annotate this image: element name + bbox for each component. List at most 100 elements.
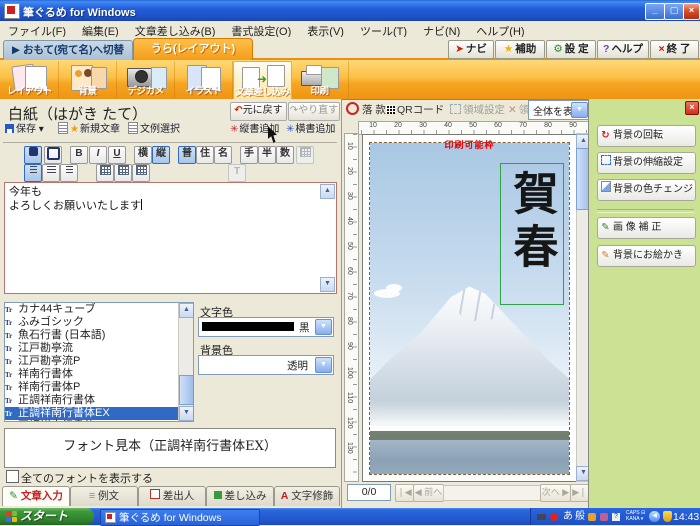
tray-ime-ball-icon[interactable]: [550, 511, 560, 522]
font-list-scrollbar[interactable]: ▲ ▼: [178, 303, 193, 421]
nav-prev-button[interactable]: ◀ 前へ: [413, 484, 444, 502]
redo-button[interactable]: ↷やり直す: [288, 102, 340, 121]
tray-printer-icon[interactable]: [537, 511, 547, 522]
font-list-item[interactable]: Tr江戸勘亭流P: [5, 355, 193, 368]
navi-button[interactable]: ➤ナビ: [448, 40, 494, 59]
font-list-item[interactable]: Trふみゴシック: [5, 316, 193, 329]
char-spacing-narrow-button[interactable]: [96, 164, 114, 182]
tab-merge[interactable]: 差し込み: [206, 486, 274, 506]
assist-button[interactable]: ★補助: [495, 40, 545, 59]
toolbar-textmerge-button[interactable]: ➜ 文章差し込み: [233, 61, 292, 100]
font-list-item[interactable]: Tr魚石行書 (日本語): [5, 329, 193, 342]
postcard-canvas[interactable]: 印刷可能枠 賀春: [362, 134, 577, 482]
textarea-scroll-down[interactable]: ▼: [320, 277, 335, 292]
char-frame-icon-button[interactable]: [44, 146, 62, 164]
bg-stretch-button[interactable]: 背景の伸縮設定: [597, 152, 696, 174]
show-all-fonts-checkbox[interactable]: [6, 470, 19, 483]
tab-sender[interactable]: 差出人: [138, 486, 206, 506]
toolbar-layout-button[interactable]: レイアウト: [1, 61, 59, 98]
undo-button[interactable]: ↶元に戻す: [230, 102, 287, 121]
tab-example[interactable]: ≡ 例文: [70, 486, 138, 506]
toolbar-illust-button[interactable]: イラスト: [175, 61, 233, 98]
bold-button[interactable]: B: [70, 146, 88, 164]
tray-collapse-chevron-icon[interactable]: ◀: [649, 511, 660, 522]
minimize-button[interactable]: _: [645, 3, 665, 20]
font-scroll-thumb[interactable]: [179, 375, 194, 405]
qr-code-button[interactable]: QRコード: [386, 101, 444, 119]
tray-help-icon[interactable]: ?: [612, 511, 622, 522]
font-list-item[interactable]: Tr江戸勘亭流: [5, 342, 193, 355]
char-style-icon-button[interactable]: [24, 146, 42, 164]
exit-button[interactable]: ×終 了: [650, 40, 699, 59]
font-list-item-selected[interactable]: Tr正調祥南行書体EX: [5, 407, 193, 420]
tray-security-shield-icon[interactable]: [663, 511, 672, 522]
tray-palette-icon[interactable]: [588, 511, 598, 522]
font-list[interactable]: Trカナ44キューブ Trふみゴシック Tr魚石行書 (日本語) Tr江戸勘亭流…: [4, 302, 194, 422]
toolbar-digicam-button[interactable]: デジカメ: [117, 61, 175, 98]
vertical-writing-button[interactable]: 縦: [152, 146, 170, 164]
font-list-item[interactable]: Trカナ44キューブ: [5, 303, 193, 316]
bg-paint-button[interactable]: ✎背景にお絵かき: [597, 245, 696, 267]
area-settings-button[interactable]: 領域設定: [450, 101, 505, 119]
greeting-text-box[interactable]: 賀春: [500, 163, 564, 305]
chevron-down-icon[interactable]: ▼: [571, 102, 588, 118]
select-example-button[interactable]: 文例選択: [128, 122, 180, 138]
te-button[interactable]: 手: [240, 146, 258, 164]
settings-button[interactable]: ⚙設 定: [546, 40, 596, 59]
taskbar-app-button[interactable]: 筆ぐるめ for Windows: [100, 509, 260, 526]
tray-ime-mode[interactable]: 般: [575, 511, 585, 522]
bg-color-dropdown[interactable]: 透明 ▼: [198, 355, 334, 375]
textarea-scroll-up[interactable]: ▲: [320, 184, 335, 199]
horizontal-writing-button[interactable]: 横: [134, 146, 152, 164]
page-scrollbar-track[interactable]: [443, 485, 541, 501]
line-spacing-button[interactable]: T: [228, 164, 246, 182]
nav-last-button[interactable]: ▶❘: [570, 484, 589, 502]
font-list-item[interactable]: Tr祥南行書体: [5, 368, 193, 381]
han-button[interactable]: 半: [258, 146, 276, 164]
start-button[interactable]: スタート: [0, 508, 94, 525]
close-button[interactable]: ×: [683, 3, 700, 20]
chevron-down-icon[interactable]: ▼: [315, 357, 332, 373]
text-input-area[interactable]: 今年もよろしくお願いいたします ▲ ▼: [4, 182, 337, 294]
font-list-item[interactable]: Tr祥南行書体P: [5, 381, 193, 394]
font-scroll-down[interactable]: ▼: [179, 406, 194, 421]
maximize-button[interactable]: ▢: [664, 3, 684, 20]
add-horizontal-text-button[interactable]: ✳横書追加: [286, 122, 335, 138]
underline-button[interactable]: U: [108, 146, 126, 164]
align-center-button[interactable]: [42, 164, 60, 182]
new-document-button[interactable]: ★新規文章: [58, 122, 120, 138]
zoom-dropdown[interactable]: 全体を表示 ▼: [528, 100, 590, 120]
font-list-item[interactable]: Tr正調祥南行書体: [5, 394, 193, 407]
italic-button[interactable]: I: [89, 146, 107, 164]
tab-front-address[interactable]: ▶ おもて(宛て名)へ切替: [3, 40, 133, 61]
tab-text-input[interactable]: ✎ 文章入力: [2, 486, 70, 506]
nav-first-button[interactable]: ❘◀: [395, 484, 414, 502]
tab-back-layout[interactable]: うら(レイアウト): [133, 38, 253, 61]
num-button[interactable]: 数: [276, 146, 294, 164]
address-text-button[interactable]: 住: [196, 146, 214, 164]
nav-next-button[interactable]: 次へ ▶: [540, 484, 571, 502]
bg-color-change-button[interactable]: 背景の色チェンジ: [597, 179, 696, 201]
toolbar-background-button[interactable]: 背景: [59, 61, 117, 98]
font-list-item[interactable]: Tr正調祥南行書体EXP: [5, 420, 193, 422]
rakkan-button[interactable]: 落 款: [346, 101, 386, 119]
image-correction-button[interactable]: ✎画 像 補 正: [597, 217, 696, 239]
panel-close-icon[interactable]: ×: [685, 101, 699, 115]
char-spacing-wide-button[interactable]: [132, 164, 150, 182]
font-color-dropdown[interactable]: 黒 ▼: [198, 317, 334, 337]
toolbar-print-button[interactable]: 印刷: [291, 61, 349, 98]
tray-caps-kana-indicator[interactable]: CAPS ⊟KANA ▾: [626, 510, 645, 522]
tab-decoration[interactable]: A 文字修飾: [274, 486, 340, 506]
char-grid-button[interactable]: [296, 146, 314, 164]
font-scroll-up[interactable]: ▲: [179, 303, 194, 318]
chevron-down-icon[interactable]: ▼: [315, 319, 332, 335]
char-spacing-normal-button[interactable]: [114, 164, 132, 182]
save-button[interactable]: 保存 ▾: [5, 122, 44, 138]
align-left-button[interactable]: [24, 164, 42, 182]
help-button[interactable]: ?ヘルプ: [597, 40, 649, 59]
bg-rotate-button[interactable]: ↻背景の回転: [597, 125, 696, 147]
normal-text-button[interactable]: 普: [178, 146, 196, 164]
name-text-button[interactable]: 名: [214, 146, 232, 164]
align-right-button[interactable]: [60, 164, 78, 182]
tray-pen-icon[interactable]: [600, 511, 610, 522]
